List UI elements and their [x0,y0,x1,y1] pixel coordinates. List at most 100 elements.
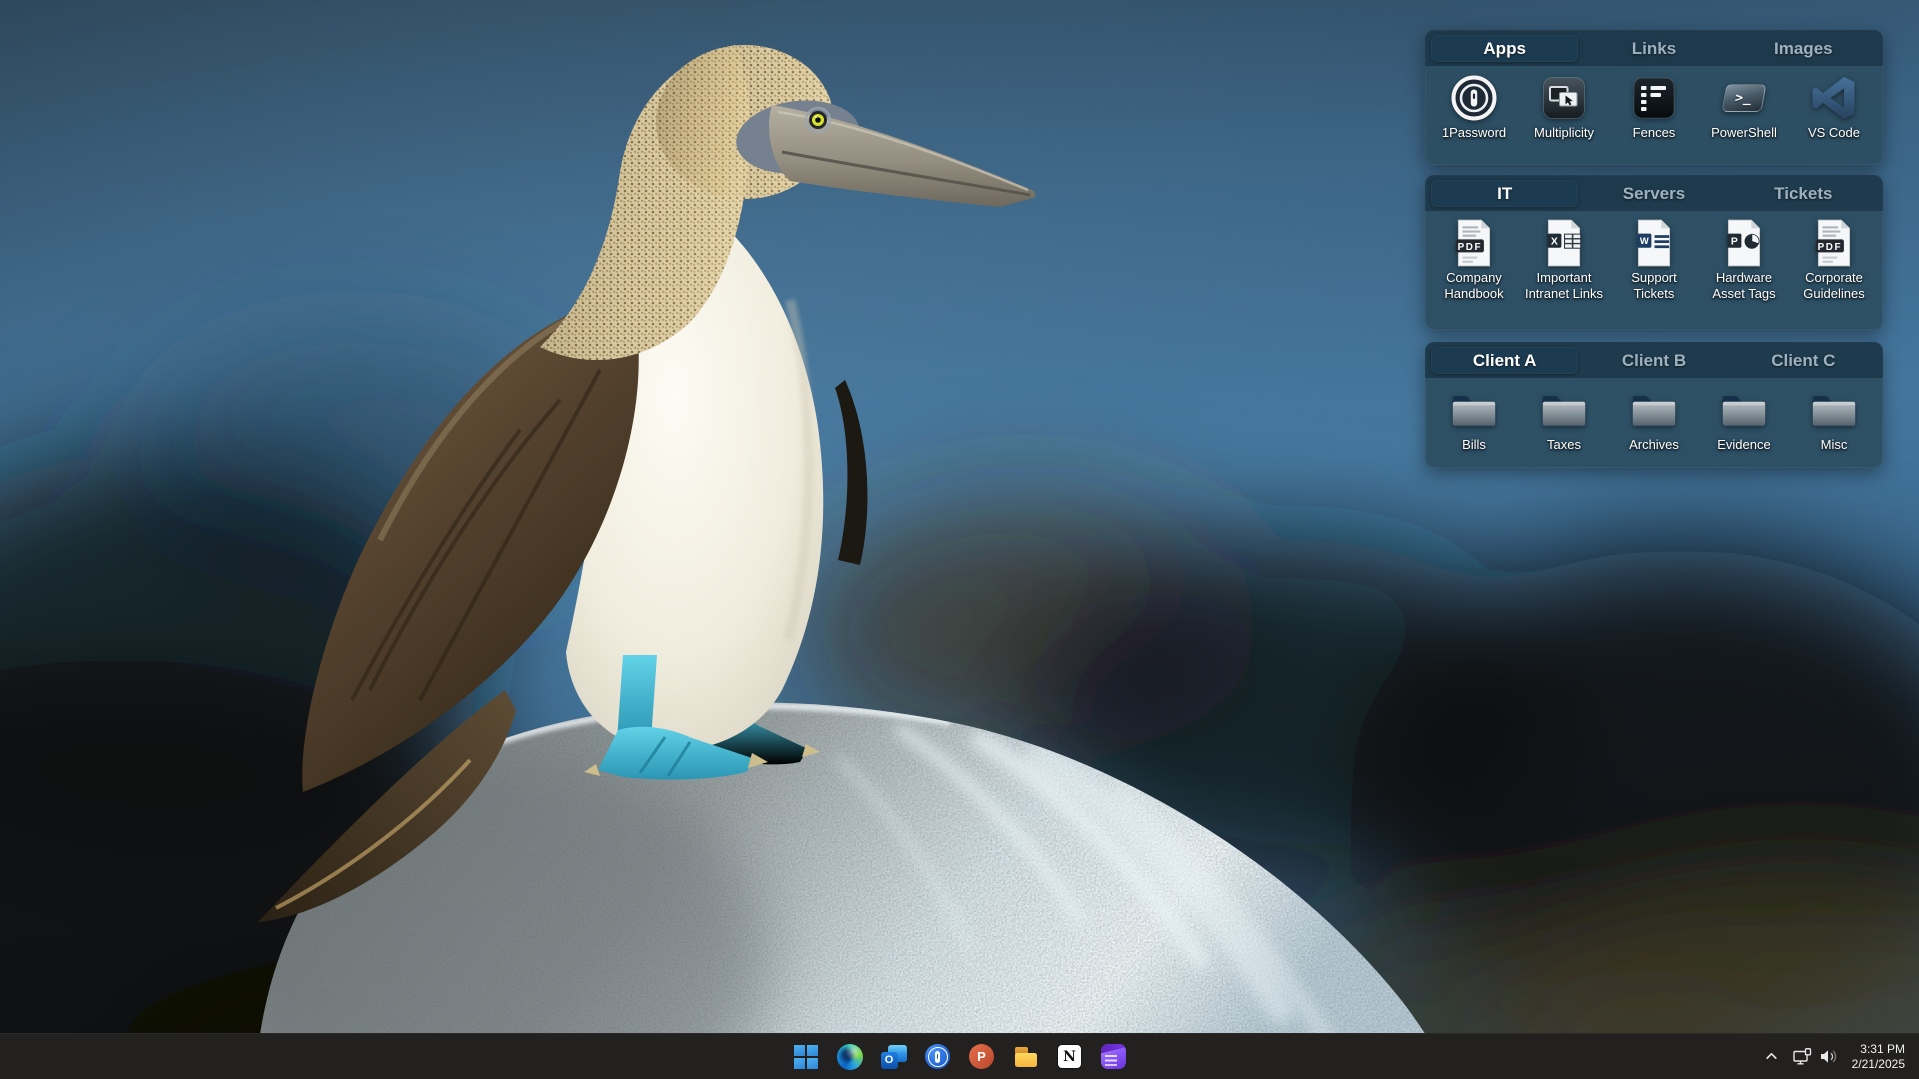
folder-icon [1720,386,1768,434]
folder-archives[interactable]: Archives [1609,386,1699,453]
folder-evidence[interactable]: Evidence [1699,386,1789,453]
folder-bills[interactable]: Bills [1429,386,1519,453]
outlook-glyph: O [885,1054,894,1066]
vscode-icon [1810,74,1858,122]
edge-icon [837,1044,863,1070]
folder-misc[interactable]: Misc [1789,386,1879,453]
word-document-icon: W [1630,219,1678,267]
taskbar-file-explorer-button[interactable] [1006,1037,1046,1077]
shortcut-fences[interactable]: Fences [1609,74,1699,141]
notion-glyph: N [1063,1049,1076,1065]
taskbar: O P N [0,1033,1919,1079]
powerpoint-icon: P [969,1044,994,1069]
folder-icon [1630,386,1678,434]
shortcut-multiplicity[interactable]: Multiplicity [1519,74,1609,141]
shortcut-label: Company Handbook [1430,270,1518,302]
tray-show-hidden-icons-button[interactable] [1758,1039,1785,1075]
shortcut-company-handbook[interactable]: PDF Company Handbook [1429,219,1519,302]
tab-client-b[interactable]: Client B [1580,347,1727,374]
powershell-icon: >_ [1720,74,1768,122]
svg-text:W: W [1640,235,1649,246]
fence-it-tabbar: IT Servers Tickets [1425,175,1883,211]
start-button[interactable] [786,1037,826,1077]
tab-it-label: IT [1497,184,1512,204]
shortcut-label: Corporate Guidelines [1790,270,1878,302]
taskbar-1password-button[interactable] [918,1037,958,1077]
1password-icon [1450,74,1498,122]
tab-links-label: Links [1632,39,1676,59]
network-icon [1793,1048,1813,1065]
tab-tickets[interactable]: Tickets [1730,180,1877,207]
folder-taxes[interactable]: Taxes [1519,386,1609,453]
powerpoint-glyph: P [977,1049,986,1064]
taskbar-clock[interactable]: 3:31 PM 2/21/2025 [1846,1042,1915,1072]
tab-client-a[interactable]: Client A [1431,347,1578,374]
taskbar-notion-button[interactable]: N [1050,1037,1090,1077]
shortcut-1password[interactable]: 1Password [1429,74,1519,141]
tab-servers[interactable]: Servers [1580,180,1727,207]
shortcut-hardware-asset-tags[interactable]: P Hardware Asset Tags [1699,219,1789,302]
notion-icon: N [1057,1044,1082,1069]
shortcut-corporate-guidelines[interactable]: PDF Corporate Guidelines [1789,219,1879,302]
tab-apps-label: Apps [1483,39,1526,59]
fences-icon [1630,74,1678,122]
powerpoint-document-icon: P [1720,219,1768,267]
shortcut-label: VS Code [1808,125,1860,141]
tab-apps[interactable]: Apps [1431,35,1578,62]
fence-panel-apps: Apps Links Images 1Password [1425,30,1883,165]
shortcut-label: 1Password [1442,125,1506,141]
pdf-document-icon: PDF [1810,219,1858,267]
fence-panel-it: IT Servers Tickets PDF Company Handbook [1425,175,1883,330]
clock-date: 2/21/2025 [1852,1057,1905,1072]
fence-clients-tabbar: Client A Client B Client C [1425,342,1883,378]
taskbar-clipchamp-button[interactable] [1094,1037,1134,1077]
pdf-document-icon: PDF [1450,219,1498,267]
fence-panel-clients: Client A Client B Client C Bills [1425,342,1883,468]
clipchamp-icon [1101,1044,1126,1069]
tab-images-label: Images [1774,39,1833,59]
folder-icon [1810,386,1858,434]
tab-tickets-label: Tickets [1774,184,1832,204]
folder-label: Taxes [1547,437,1581,453]
tray-system-icons[interactable] [1785,1039,1846,1075]
folder-label: Misc [1821,437,1848,453]
shortcut-label: Important Intranet Links [1520,270,1608,302]
taskbar-outlook-button[interactable]: O [874,1037,914,1077]
shortcut-vscode[interactable]: VS Code [1789,74,1879,141]
volume-icon [1820,1049,1838,1064]
shortcut-powershell[interactable]: >_ PowerShell [1699,74,1789,141]
fence-apps-tabbar: Apps Links Images [1425,30,1883,66]
tab-images[interactable]: Images [1730,35,1877,62]
shortcut-label: Fences [1633,125,1676,141]
excel-document-icon: X [1540,219,1588,267]
tab-servers-label: Servers [1623,184,1685,204]
svg-text:X: X [1551,237,1558,248]
tab-client-a-label: Client A [1473,351,1537,371]
taskbar-powerpoint-button[interactable]: P [962,1037,1002,1077]
shortcut-label: Multiplicity [1534,125,1594,141]
powershell-glyph: >_ [1734,91,1754,106]
folder-label: Archives [1629,437,1679,453]
svg-text:PDF: PDF [1818,242,1843,253]
shortcut-label: Hardware Asset Tags [1700,270,1788,302]
clock-time: 3:31 PM [1852,1042,1905,1057]
tab-client-c[interactable]: Client C [1730,347,1877,374]
desktop: Apps Links Images 1Password [0,0,1919,1079]
outlook-icon: O [881,1044,907,1070]
tab-it[interactable]: IT [1431,180,1578,207]
shortcut-important-intranet-links[interactable]: X Important Intranet Links [1519,219,1609,302]
taskbar-edge-button[interactable] [830,1037,870,1077]
tab-client-b-label: Client B [1622,351,1686,371]
windows-logo-icon [794,1045,818,1069]
tab-links[interactable]: Links [1580,35,1727,62]
1password-taskbar-icon [925,1044,950,1069]
shortcut-support-tickets[interactable]: W Support Tickets [1609,219,1699,302]
chevron-up-icon [1765,1050,1778,1063]
svg-text:P: P [1731,237,1738,248]
tab-client-c-label: Client C [1771,351,1835,371]
shortcut-label: PowerShell [1711,125,1777,141]
folder-label: Bills [1462,437,1486,453]
svg-text:PDF: PDF [1458,242,1483,253]
file-explorer-icon [1012,1045,1040,1069]
folder-label: Evidence [1717,437,1770,453]
